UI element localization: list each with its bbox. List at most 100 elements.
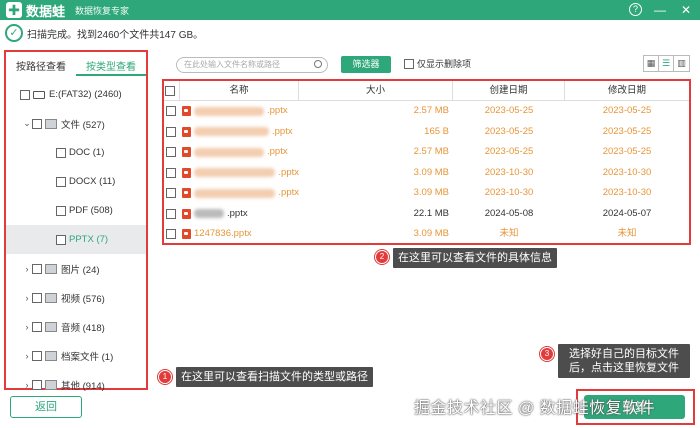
file-size: 2.57 MB — [413, 105, 449, 117]
deleted-only-checkbox[interactable] — [404, 58, 414, 69]
table-row[interactable]: .pptx 3.09 MB 2023-10-30 2023-10-30 — [164, 183, 689, 204]
col-size[interactable]: 大小 — [299, 80, 453, 101]
file-size: 3.09 MB — [413, 166, 449, 178]
tree-item[interactable]: DOC (1) — [6, 138, 146, 167]
list-view-icon[interactable]: ☰ — [659, 56, 674, 71]
tree-item-checkbox[interactable] — [56, 234, 66, 245]
search-icon[interactable] — [314, 60, 322, 68]
col-created[interactable]: 创建日期 — [453, 80, 565, 101]
tree-item-checkbox[interactable] — [56, 147, 66, 158]
row-select-cell — [164, 142, 180, 162]
watermark: 掘金技术社区 @ 数据蛙恢复软件 — [414, 400, 656, 417]
chevron-down-icon[interactable]: ⌄ — [22, 118, 32, 129]
file-table: 名称 大小 创建日期 修改日期 .pptx 2.57 MB 2023-05-25 20… — [162, 79, 691, 245]
row-checkbox[interactable] — [165, 188, 176, 199]
title-bar: ✚ 数据蛙 数据恢复专家 ? — ✕ — [0, 0, 700, 20]
row-checkbox[interactable] — [165, 147, 176, 158]
tree-item-label: 其他 (914) — [61, 380, 105, 392]
tree-item-checkbox[interactable] — [20, 89, 30, 100]
tree-item-checkbox[interactable] — [32, 118, 42, 129]
detail-view-icon[interactable]: ▥ — [674, 56, 689, 71]
tree-item[interactable]: PDF (508) — [6, 196, 146, 225]
row-checkbox[interactable] — [165, 126, 176, 137]
close-icon[interactable]: ✕ — [678, 2, 694, 18]
pptx-file-icon — [182, 167, 191, 178]
table-row[interactable]: .pptx 2.57 MB 2023-05-25 2023-05-25 — [164, 142, 689, 163]
tree-item[interactable]: ⌄ 文件 (527) — [6, 109, 146, 138]
filter-button[interactable]: 筛选器 — [341, 56, 391, 73]
file-name-cell: .pptx — [180, 122, 299, 142]
modified-date: 未知 — [617, 228, 637, 240]
grid-view-icon[interactable]: ▦ — [644, 56, 659, 71]
row-select-cell — [164, 163, 180, 183]
tree-item-checkbox[interactable] — [32, 350, 42, 361]
pptx-file-icon — [182, 188, 191, 199]
image-icon — [45, 263, 57, 274]
deleted-only-toggle[interactable]: 仅显示删除项 — [404, 57, 471, 70]
minimize-icon[interactable]: — — [652, 2, 668, 18]
logo-icon: ✚ — [6, 2, 22, 18]
chevron-right-icon[interactable]: › — [22, 380, 32, 390]
tree-item[interactable]: › 图片 (24) — [6, 254, 146, 283]
col-name[interactable]: 名称 — [180, 80, 299, 101]
table-row[interactable]: .pptx 2.57 MB 2023-05-25 2023-05-25 — [164, 101, 689, 122]
tree-item[interactable]: › 音频 (418) — [6, 312, 146, 341]
chevron-right-icon[interactable]: › — [22, 322, 32, 332]
tree-item[interactable]: › 视频 (576) — [6, 283, 146, 312]
redacted-filename — [194, 127, 269, 137]
col-modified[interactable]: 修改日期 — [565, 81, 689, 101]
tree-item-checkbox[interactable] — [32, 379, 42, 390]
audio-icon — [45, 321, 57, 332]
tab-by-type[interactable]: 按类型查看 — [76, 52, 146, 76]
select-all-checkbox[interactable] — [165, 85, 175, 96]
redacted-filename — [194, 188, 276, 198]
modified-date: 2023-05-25 — [602, 146, 652, 158]
table-row[interactable]: .pptx 22.1 MB 2024-05-08 2024-05-07 — [164, 204, 689, 225]
row-checkbox[interactable] — [165, 167, 176, 178]
tree-item[interactable]: E:(FAT32) (2460) — [6, 80, 146, 109]
tree-item[interactable]: › 其他 (914) — [6, 370, 146, 399]
row-checkbox[interactable] — [165, 208, 176, 219]
tab-by-path[interactable]: 按路径查看 — [6, 52, 76, 76]
chevron-right-icon[interactable]: › — [22, 351, 32, 361]
tree-item-checkbox[interactable] — [32, 321, 42, 332]
tree-item-label: 视频 (576) — [61, 293, 105, 305]
tree-item[interactable]: DOCX (11) — [6, 167, 146, 196]
table-row[interactable]: 1247836.pptx 3.09 MB 未知 未知 — [164, 224, 689, 245]
back-button[interactable]: 返回 — [10, 396, 82, 418]
file-size: 3.09 MB — [413, 228, 449, 240]
created-date: 2023-05-25 — [484, 146, 534, 158]
app-logo: ✚ 数据蛙 — [6, 1, 65, 20]
row-checkbox[interactable] — [165, 106, 176, 117]
folder-icon — [45, 379, 57, 390]
view-mode-toggle: ▦ ☰ ▥ — [643, 55, 690, 72]
file-name-cell: .pptx — [180, 101, 299, 121]
help-icon[interactable]: ? — [629, 3, 642, 16]
tree-item-checkbox[interactable] — [56, 205, 66, 216]
view-tabs: 按路径查看 按类型查看 — [6, 52, 146, 76]
tree-item[interactable]: › 档案文件 (1) — [6, 341, 146, 370]
redacted-filename — [194, 209, 224, 219]
table-row[interactable]: .pptx 3.09 MB 2023-10-30 2023-10-30 — [164, 163, 689, 184]
row-checkbox[interactable] — [165, 229, 176, 240]
created-date: 2023-10-30 — [484, 187, 534, 199]
file-size: 2.57 MB — [413, 146, 449, 158]
tree-item[interactable]: PPTX (7) — [6, 225, 146, 254]
app-subtitle: 数据恢复专家 — [75, 5, 130, 16]
tree-item-checkbox[interactable] — [56, 176, 66, 187]
annotation-1-note: 在这里可以查看扫描文件的类型或路径 — [176, 367, 373, 387]
annotation-3-number: 3 — [539, 346, 555, 362]
chevron-right-icon[interactable]: › — [22, 264, 32, 274]
tree-item-label: 音频 (418) — [61, 322, 105, 334]
tree-item-checkbox[interactable] — [32, 292, 42, 303]
modified-date: 2023-05-25 — [602, 125, 652, 137]
table-row[interactable]: .pptx 165 B 2023-05-25 2023-05-25 — [164, 122, 689, 143]
redacted-filename — [194, 147, 264, 157]
row-select-cell — [164, 224, 180, 244]
tree-item-label: 文件 (527) — [61, 119, 105, 131]
row-select-cell — [164, 204, 180, 224]
tree-item-label: PDF (508) — [69, 205, 113, 216]
search-input[interactable]: 在此处输入文件名称或路径 — [176, 57, 328, 73]
chevron-right-icon[interactable]: › — [22, 293, 32, 303]
tree-item-checkbox[interactable] — [32, 263, 42, 274]
